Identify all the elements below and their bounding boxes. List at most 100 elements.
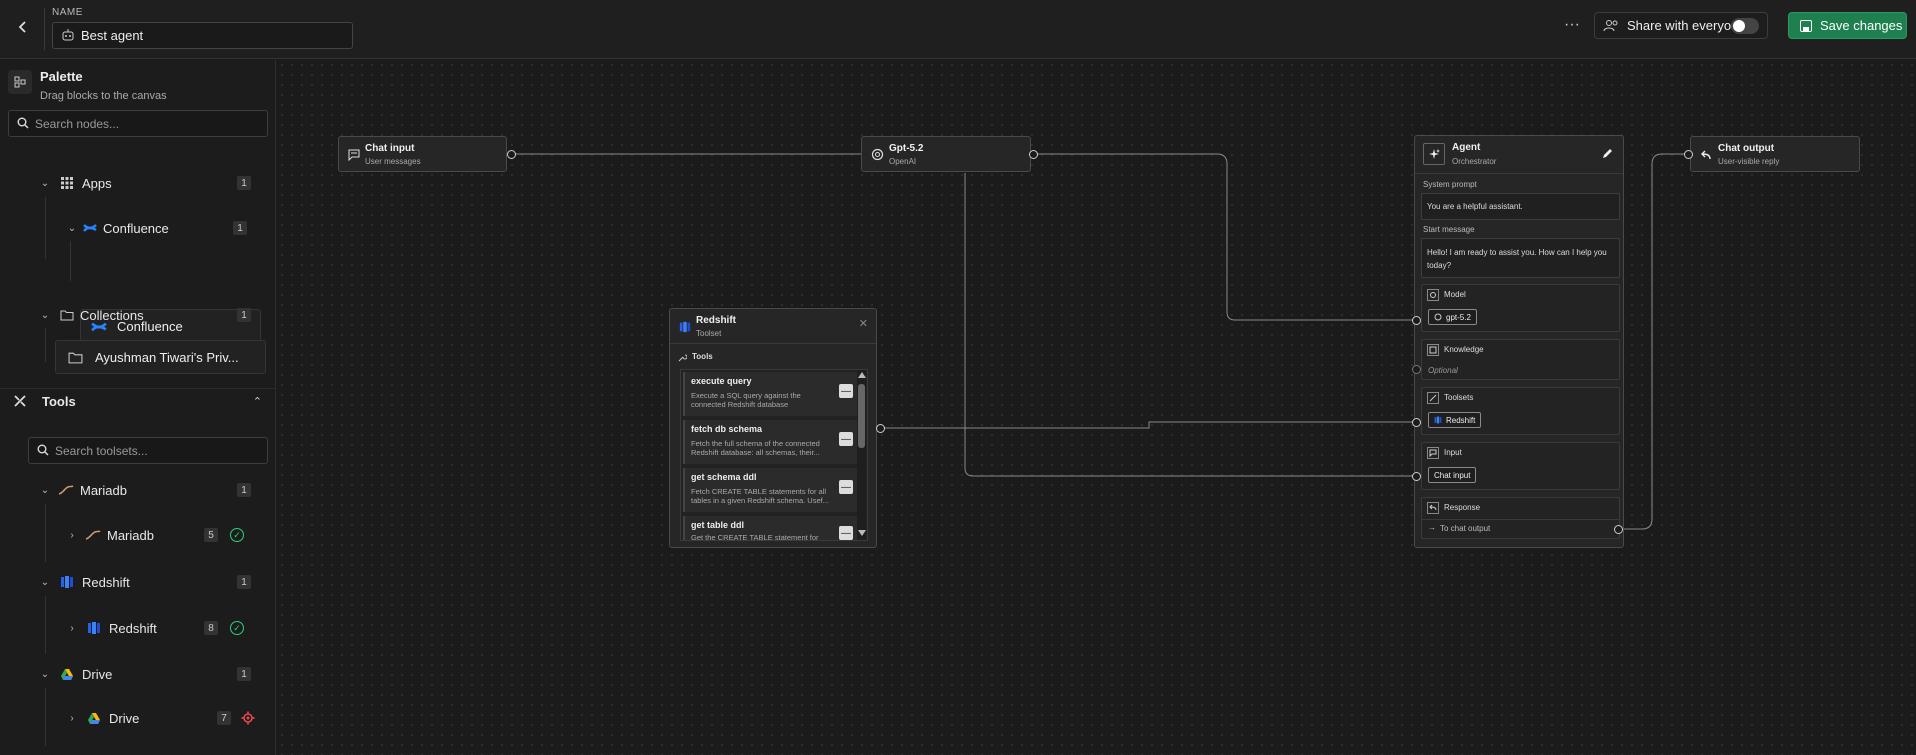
confluence-group[interactable]: ⌄ Confluence bbox=[65, 218, 169, 238]
knowledge-section: Knowledge Optional bbox=[1421, 339, 1620, 380]
model-output-port[interactable] bbox=[1029, 150, 1038, 159]
collections-group[interactable]: ⌄ bbox=[38, 305, 82, 325]
section-label: Input bbox=[1444, 448, 1462, 457]
start-message-value: Hello! I am ready to assist you. How can… bbox=[1427, 248, 1607, 270]
tool-description: Execute a SQL query against the connecte… bbox=[691, 391, 801, 409]
search-toolsets-input[interactable]: Search toolsets... bbox=[28, 437, 268, 464]
remove-tool-button[interactable]: — bbox=[839, 384, 853, 398]
agent-response-port[interactable] bbox=[1614, 525, 1623, 534]
tool-name: get schema ddl bbox=[691, 472, 757, 482]
agent-node[interactable]: Agent Orchestrator System prompt You are… bbox=[1414, 135, 1624, 548]
flow-canvas[interactable]: Chat input User messages Gpt-5.2 OpenAI … bbox=[277, 60, 1916, 755]
section-label: Response bbox=[1444, 503, 1481, 512]
sparkle-icon-box bbox=[1423, 143, 1445, 165]
remove-tool-button[interactable]: — bbox=[839, 526, 853, 540]
agent-name-value: Best agent bbox=[81, 28, 144, 43]
chat-output-node[interactable]: Chat output User-visible reply bbox=[1690, 136, 1860, 172]
redshift-output-port[interactable] bbox=[876, 424, 885, 433]
chevron-right-icon: › bbox=[70, 529, 74, 541]
section-label: Toolsets bbox=[1444, 393, 1474, 402]
knowledge-icon bbox=[1427, 344, 1439, 356]
tool-name: get table ddl bbox=[691, 520, 745, 530]
scrollbar[interactable] bbox=[857, 370, 866, 540]
model-chip[interactable]: gpt-5.2 bbox=[1428, 309, 1477, 325]
collections-label-text: Collections bbox=[80, 307, 144, 323]
start-message-field[interactable]: Hello! I am ready to assist you. How can… bbox=[1421, 238, 1620, 278]
chat-output-input-port[interactable] bbox=[1684, 150, 1693, 159]
chat-input-node[interactable]: Chat input User messages bbox=[338, 136, 507, 172]
response-section: Response → To chat output bbox=[1421, 497, 1620, 539]
search-nodes-input[interactable]: Search nodes... bbox=[8, 110, 268, 137]
toolset-chip-label: Redshift bbox=[1446, 415, 1476, 425]
search-toolsets-placeholder: Search toolsets... bbox=[55, 443, 148, 458]
tool-description: Fetch CREATE TABLE statements for all ta… bbox=[691, 487, 829, 505]
agent-model-port[interactable] bbox=[1412, 316, 1421, 325]
model-node[interactable]: Gpt-5.2 OpenAI bbox=[861, 136, 1031, 172]
tool-item[interactable]: get schema ddl Fetch CREATE TABLE statem… bbox=[683, 468, 859, 512]
tree-guide bbox=[45, 596, 46, 654]
redshift-icon bbox=[679, 321, 691, 333]
agent-input-port[interactable] bbox=[1412, 472, 1421, 481]
section-label: Model bbox=[1444, 290, 1466, 299]
chevron-down-icon: ⌄ bbox=[40, 309, 50, 321]
tool-item[interactable]: execute query Execute a SQL query agains… bbox=[683, 372, 859, 416]
input-chip[interactable]: Chat input bbox=[1428, 467, 1477, 483]
input-chip-label: Chat input bbox=[1434, 470, 1471, 480]
toolset-group-label: Redshift bbox=[82, 574, 130, 590]
node-title: Chat input bbox=[365, 143, 415, 154]
back-button[interactable] bbox=[12, 16, 34, 38]
toolset-item-label: Redshift bbox=[109, 620, 157, 636]
collections-count-badge: 1 bbox=[237, 308, 251, 322]
scroll-up-icon[interactable] bbox=[858, 372, 866, 378]
toolset-group-label: Drive bbox=[82, 666, 113, 682]
scrollbar-thumb[interactable] bbox=[858, 384, 865, 448]
toolset-item-drive[interactable]: › Drive bbox=[65, 708, 139, 728]
users-icon bbox=[1603, 19, 1618, 31]
remove-tool-button[interactable]: — bbox=[839, 480, 853, 494]
share-toggle-control[interactable]: Share with everyone bbox=[1594, 12, 1768, 39]
toggle-knob bbox=[1733, 20, 1745, 32]
apps-group[interactable]: ⌄ Apps bbox=[38, 173, 112, 193]
more-options-button[interactable]: ··· bbox=[1562, 17, 1582, 37]
toolset-item-redshift[interactable]: › Redshift bbox=[65, 618, 157, 638]
toolset-group-mariadb[interactable]: ⌄ Mariadb bbox=[38, 480, 127, 500]
node-subtitle: User messages bbox=[365, 157, 421, 166]
save-changes-button[interactable]: Save changes bbox=[1788, 12, 1907, 39]
top-bar: NAME Best agent ··· Share with everyone … bbox=[0, 0, 1916, 59]
save-label: Save changes bbox=[1820, 18, 1903, 33]
toolset-group-redshift[interactable]: ⌄ Redshift bbox=[38, 572, 130, 592]
toolset-group-drive[interactable]: ⌄ Drive bbox=[38, 664, 113, 684]
apps-label: Apps bbox=[82, 175, 112, 191]
tool-item[interactable]: get table ddl Get the CREATE TABLE state… bbox=[683, 516, 859, 540]
toolset-item-mariadb[interactable]: › Mariadb bbox=[65, 525, 154, 545]
tool-item[interactable]: fetch db schema Fetch the full schema of… bbox=[683, 420, 859, 464]
chat-input-output-port[interactable] bbox=[507, 150, 516, 159]
system-prompt-field[interactable]: You are a helpful assistant. bbox=[1421, 193, 1620, 220]
tools-section-header[interactable]: Tools ⌃ bbox=[12, 391, 262, 411]
model-icon bbox=[1427, 289, 1439, 301]
edit-pencil-icon[interactable] bbox=[1602, 148, 1613, 159]
tools-label: Tools bbox=[42, 393, 76, 409]
remove-tool-button[interactable]: — bbox=[839, 432, 853, 446]
share-toggle[interactable] bbox=[1731, 18, 1759, 34]
drive-icon bbox=[88, 712, 100, 724]
search-icon bbox=[37, 444, 49, 456]
agent-toolsets-port[interactable] bbox=[1412, 418, 1421, 427]
agent-name-input[interactable]: Best agent bbox=[52, 22, 353, 49]
scroll-down-icon[interactable] bbox=[858, 530, 866, 536]
status-error-icon bbox=[241, 711, 255, 725]
robot-icon bbox=[62, 29, 74, 41]
chevron-up-icon[interactable]: ⌃ bbox=[253, 395, 262, 408]
mariadb-icon bbox=[58, 485, 74, 495]
system-prompt-label: System prompt bbox=[1423, 180, 1477, 189]
toolsets-section: Toolsets Redshift bbox=[1421, 387, 1620, 435]
redshift-toolset-node[interactable]: Redshift Toolset ✕ Tools execute query E… bbox=[669, 308, 877, 548]
toolset-chip[interactable]: Redshift bbox=[1428, 412, 1482, 428]
agent-knowledge-port[interactable] bbox=[1412, 365, 1421, 374]
confluence-icon bbox=[83, 224, 97, 232]
tools-list[interactable]: execute query Execute a SQL query agains… bbox=[680, 369, 868, 541]
collection-item[interactable]: Ayushman Tiwari's Priv... bbox=[55, 340, 266, 374]
divider bbox=[670, 343, 876, 344]
node-subtitle: Toolset bbox=[696, 329, 722, 338]
close-icon[interactable]: ✕ bbox=[859, 317, 868, 330]
